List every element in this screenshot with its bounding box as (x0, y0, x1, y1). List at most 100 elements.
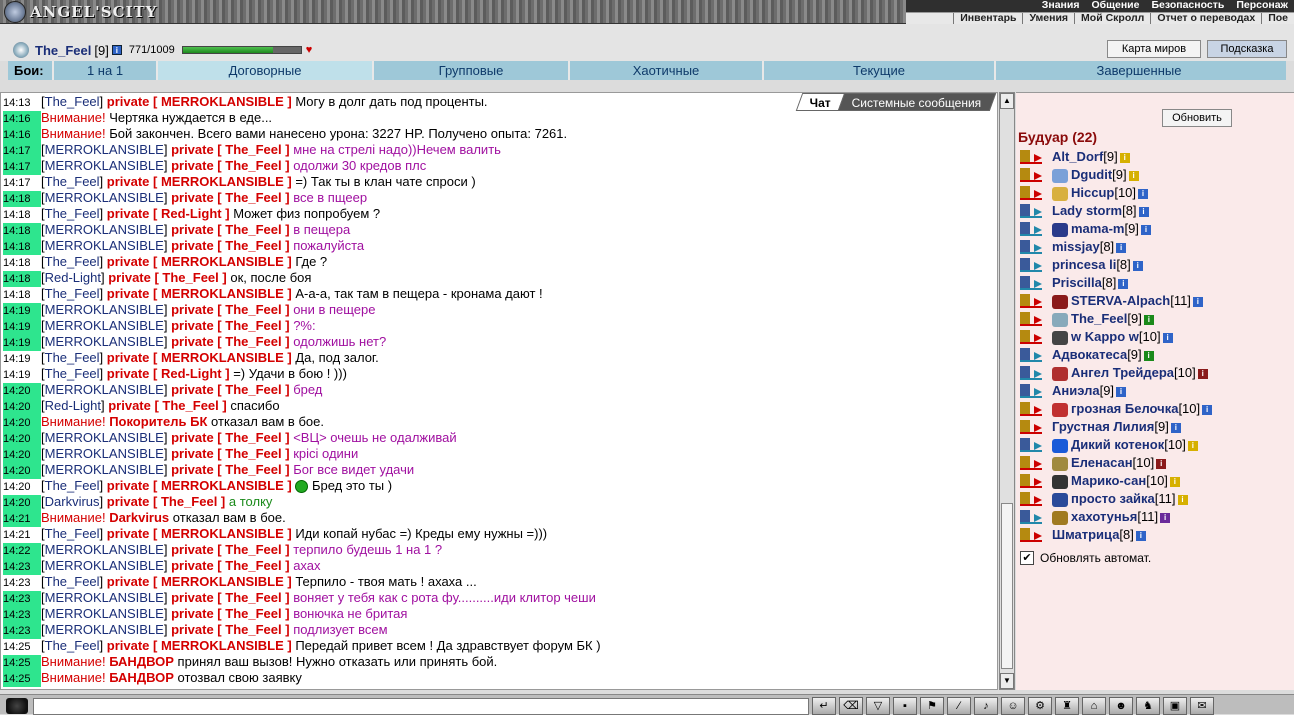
private-recipient[interactable]: The_Feel (225, 302, 281, 317)
auto-refresh-checkbox[interactable]: ✔ (1020, 551, 1034, 565)
chat-log[interactable]: Чат Системные сообщения 14:13 [The_Feel] … (0, 92, 998, 690)
chat-sender[interactable]: MERROKLANSIBLE (45, 142, 164, 157)
user-name[interactable]: missjay[8] i (1052, 238, 1127, 256)
private-recipient[interactable]: MERROKLANSIBLE (161, 574, 284, 589)
private-recipient[interactable]: The_Feel (225, 318, 281, 333)
private-recipient[interactable]: MERROKLANSIBLE (161, 638, 284, 653)
world-map-button[interactable]: Карта миров (1107, 40, 1201, 58)
private-tag[interactable]: private [ The_Feel ] (171, 558, 290, 573)
save-icon[interactable]: ▪ (893, 697, 917, 715)
user-nick[interactable]: Hiccup (1071, 185, 1114, 200)
user-nick[interactable]: Марико-сан (1071, 473, 1146, 488)
private-tag[interactable]: private [ Red-Light ] (107, 206, 230, 221)
menu-item-0[interactable]: Знания (1036, 0, 1086, 12)
scroll-up-icon[interactable]: ▲ (1000, 93, 1014, 109)
warning-player[interactable]: БАНДВОР (109, 654, 174, 669)
chat-sender[interactable]: The_Feel (45, 286, 100, 301)
battle-request-icon[interactable] (1020, 402, 1042, 416)
private-recipient[interactable]: MERROKLANSIBLE (161, 174, 284, 189)
private-tag[interactable]: private [ MERROKLANSIBLE ] (107, 350, 292, 365)
user-nick[interactable]: Ангел Трейдера (1071, 365, 1174, 380)
user-nick[interactable]: The_Feel (1071, 311, 1127, 326)
private-recipient[interactable]: MERROKLANSIBLE (161, 254, 284, 269)
chat-sender[interactable]: MERROKLANSIBLE (45, 318, 164, 333)
battle-request-icon[interactable] (1020, 276, 1042, 290)
battle-request-icon[interactable] (1020, 456, 1042, 470)
user-name[interactable]: The_Feel (35, 43, 91, 58)
info-icon[interactable]: i (1169, 476, 1180, 487)
user-list-item[interactable]: грозная Белочка[10] i (1018, 400, 1294, 418)
private-recipient[interactable]: The_Feel (225, 430, 281, 445)
user-list-item[interactable]: Марико-сан[10] i (1018, 472, 1294, 490)
scroll-thumb[interactable] (1001, 503, 1013, 669)
user-nick[interactable]: Dgudit (1071, 167, 1112, 182)
info-icon[interactable]: i (1116, 386, 1127, 397)
user-list-item[interactable]: Dgudit[9] i (1018, 166, 1294, 184)
user-name[interactable]: Адвокатеса[9] i (1052, 346, 1154, 364)
chat-sender[interactable]: Red-Light (45, 398, 101, 413)
battle-request-icon[interactable] (1020, 186, 1042, 200)
head-icon[interactable]: ☻ (1109, 697, 1133, 715)
info-icon[interactable]: i (1187, 440, 1198, 451)
private-recipient[interactable]: The_Feel (225, 334, 281, 349)
private-tag[interactable]: private [ The_Feel ] (108, 270, 227, 285)
user-list-item[interactable]: Дикий котенок[10] i (1018, 436, 1294, 454)
user-list-item[interactable]: w Kappo w[10] i (1018, 328, 1294, 346)
user-name[interactable]: Ангел Трейдера[10] i (1052, 364, 1208, 382)
private-recipient[interactable]: MERROKLANSIBLE (161, 94, 284, 109)
user-name[interactable]: Dgudit[9] i (1052, 166, 1139, 184)
user-nick[interactable]: Аниэла (1052, 383, 1100, 398)
tab-system-messages[interactable]: Системные сообщения (838, 93, 997, 111)
private-recipient[interactable]: The_Feel (225, 558, 281, 573)
info-icon[interactable]: i (1170, 422, 1181, 433)
user-name[interactable]: Alt_Dorf[9] i (1052, 148, 1130, 166)
private-recipient[interactable]: The_Feel (225, 382, 281, 397)
orb-icon[interactable] (6, 698, 28, 714)
tab-battle-4[interactable]: Текущие (762, 61, 994, 80)
chat-sender[interactable]: The_Feel (45, 526, 100, 541)
chat-sender[interactable]: MERROKLANSIBLE (45, 542, 164, 557)
user-name[interactable]: princesa li[8] i (1052, 256, 1143, 274)
private-tag[interactable]: private [ MERROKLANSIBLE ] (107, 94, 292, 109)
figure-icon[interactable]: ♜ (1055, 697, 1079, 715)
info-icon[interactable]: i (1119, 152, 1130, 163)
user-nick[interactable]: Priscilla (1052, 275, 1102, 290)
battle-request-icon[interactable] (1020, 330, 1042, 344)
chat-sender[interactable]: MERROKLANSIBLE (45, 382, 164, 397)
user-list-item[interactable]: Еленасан[10] i (1018, 454, 1294, 472)
battle-request-icon[interactable] (1020, 420, 1042, 434)
user-name[interactable]: Lady storm[8] i (1052, 202, 1149, 220)
private-tag[interactable]: private [ The_Feel ] (171, 622, 290, 637)
user-name[interactable]: Грустная Лилия[9] i (1052, 418, 1181, 436)
private-recipient[interactable]: The_Feel (225, 190, 281, 205)
private-tag[interactable]: private [ The_Feel ] (108, 398, 227, 413)
private-recipient[interactable]: MERROKLANSIBLE (161, 526, 284, 541)
private-recipient[interactable]: The_Feel (225, 606, 281, 621)
user-nick[interactable]: просто зайка (1071, 491, 1155, 506)
chat-sender[interactable]: MERROKLANSIBLE (45, 190, 164, 205)
user-nick[interactable]: Грустная Лилия (1052, 419, 1154, 434)
info-icon[interactable]: i (1143, 350, 1154, 361)
battle-request-icon[interactable] (1020, 528, 1042, 542)
user-name[interactable]: Марико-сан[10] i (1052, 472, 1180, 490)
private-tag[interactable]: private [ MERROKLANSIBLE ] (107, 254, 292, 269)
tab-battle-1[interactable]: Договорные (156, 61, 372, 80)
private-tag[interactable]: private [ MERROKLANSIBLE ] (107, 286, 292, 301)
private-recipient[interactable]: The_Feel (225, 446, 281, 461)
private-recipient[interactable]: The_Feel (225, 462, 281, 477)
private-recipient[interactable]: MERROKLANSIBLE (161, 478, 284, 493)
battle-request-icon[interactable] (1020, 438, 1042, 452)
info-icon[interactable]: i (1177, 494, 1188, 505)
info-icon[interactable]: i (1138, 188, 1149, 199)
auto-refresh-toggle[interactable]: ✔ Обновлять автомат. (1020, 551, 1151, 565)
private-recipient[interactable]: Red-Light (161, 206, 222, 221)
user-name[interactable]: Hiccup[10] i (1052, 184, 1149, 202)
battle-request-icon[interactable] (1020, 222, 1042, 236)
tab-battle-3[interactable]: Хаотичные (568, 61, 762, 80)
filter-icon[interactable]: ▽ (866, 697, 890, 715)
info-icon[interactable]: i (1132, 260, 1143, 271)
chat-sender[interactable]: The_Feel (45, 574, 100, 589)
chat-sender[interactable]: MERROKLANSIBLE (45, 558, 164, 573)
info-icon[interactable]: i (1135, 530, 1146, 541)
user-list-item[interactable]: Lady storm[8] i (1018, 202, 1294, 220)
